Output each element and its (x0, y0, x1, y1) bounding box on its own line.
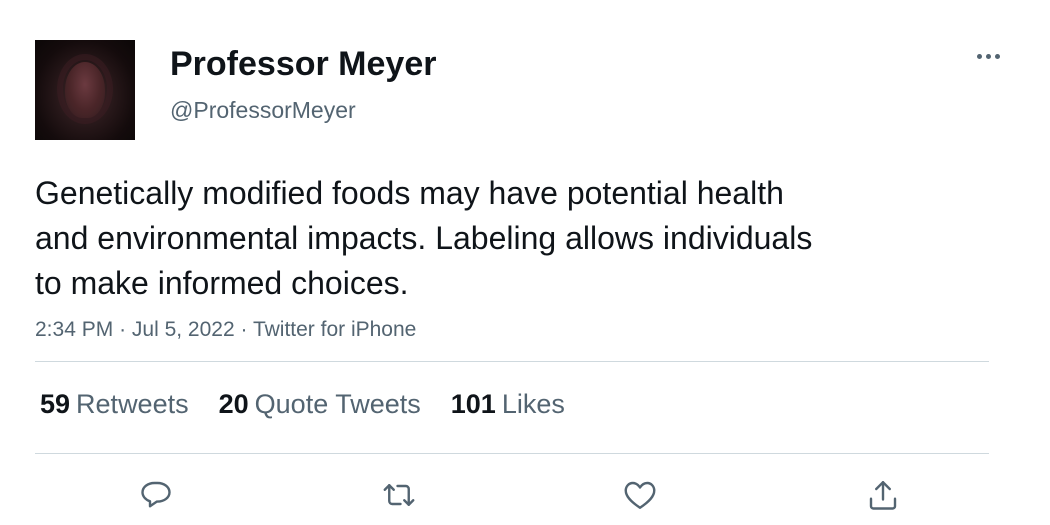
meta-separator: · (240, 318, 253, 341)
tweet-source[interactable]: Twitter for iPhone (253, 318, 416, 341)
divider (35, 453, 989, 454)
tweet-metadata: 2:34 PM · Jul 5, 2022 · Twitter for iPho… (35, 316, 416, 344)
likes-label: Likes (501, 389, 565, 419)
quote-tweets-label: Quote Tweets (254, 389, 421, 419)
retweet-button[interactable] (374, 470, 424, 520)
tweet-time[interactable]: 2:34 PM (35, 318, 113, 341)
tweet-actions-bar (0, 470, 1050, 520)
avatar[interactable] (35, 40, 135, 140)
reply-icon (141, 481, 171, 508)
tweet-text-line: to make informed choices. (35, 265, 409, 301)
retweets-stat[interactable]: 59 Retweets (40, 386, 189, 422)
retweets-count: 59 (40, 389, 71, 419)
tweet-text-line: and environmental impacts. Labeling allo… (35, 220, 813, 256)
reply-button[interactable] (131, 470, 181, 520)
tweet-text: Genetically modified foods may have pote… (35, 171, 935, 306)
author-display-name[interactable]: Professor Meyer (170, 44, 436, 84)
likes-count: 101 (450, 389, 496, 419)
more-dot-icon (976, 53, 982, 59)
quote-tweets-stat[interactable]: 20 Quote Tweets (219, 386, 421, 422)
retweets-label: Retweets (76, 389, 189, 419)
more-dot-icon (994, 53, 1000, 59)
like-button[interactable] (615, 470, 665, 520)
share-icon (869, 481, 897, 510)
meta-separator: · (119, 318, 132, 341)
engagement-stats: 59 Retweets 20 Quote Tweets 101 Likes (40, 386, 595, 422)
retweet-icon (383, 484, 415, 506)
tweet-date[interactable]: Jul 5, 2022 (132, 318, 235, 341)
like-icon (624, 481, 656, 509)
more-options-button[interactable] (970, 44, 1006, 68)
tweet-detail: Professor Meyer @ProfessorMeyer Genetica… (0, 0, 1050, 525)
likes-stat[interactable]: 101 Likes (451, 386, 565, 422)
divider (35, 361, 989, 362)
tweet-text-line: Genetically modified foods may have pote… (35, 175, 784, 211)
author-handle[interactable]: @ProfessorMeyer (170, 96, 356, 124)
quote-tweets-count: 20 (218, 389, 249, 419)
share-button[interactable] (858, 470, 908, 520)
avatar-face (65, 62, 105, 118)
more-dot-icon (985, 53, 991, 59)
